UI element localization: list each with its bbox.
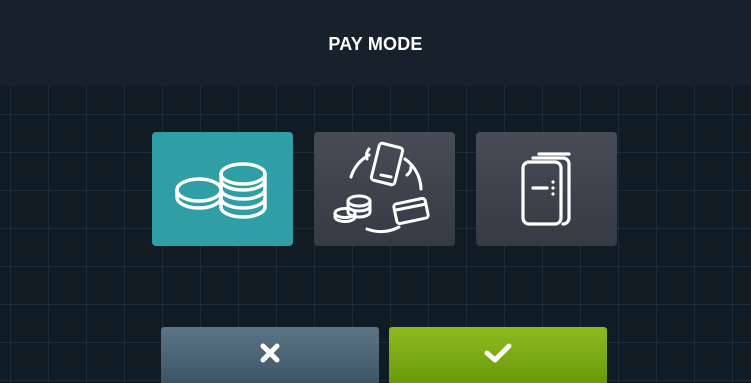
checkmark-icon (483, 342, 513, 369)
pay-mode-cashless-button[interactable] (314, 132, 455, 246)
page-title: PAY MODE (328, 34, 423, 54)
close-icon (259, 342, 281, 369)
pay-mode-coins-button[interactable] (152, 132, 293, 246)
token-machine-icon (519, 150, 575, 228)
cancel-button[interactable] (161, 327, 379, 383)
confirm-button[interactable] (389, 327, 607, 383)
coins-icon (173, 154, 273, 224)
pay-mode-token-button[interactable] (476, 132, 617, 246)
cashless-payment-icon (329, 141, 441, 237)
pay-mode-screen: PAY MODE (0, 0, 751, 383)
